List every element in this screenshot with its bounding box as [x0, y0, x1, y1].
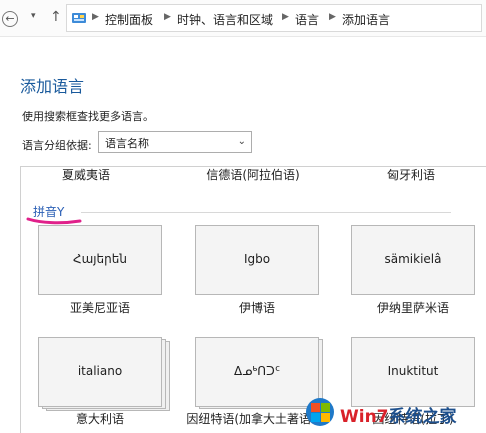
language-name-igbo[interactable]: 伊博语 — [182, 301, 332, 316]
group-by-value: 语言名称 — [105, 137, 149, 150]
native-name: italiano — [77, 364, 123, 378]
watermark-text: Win7系统之家 — [340, 402, 457, 427]
language-name-armenian[interactable]: 亚美尼亚语 — [25, 301, 175, 316]
group-by-label: 语言分组依据: — [22, 139, 92, 152]
dropdown-icon[interactable]: ▾ — [31, 11, 36, 21]
section-divider — [81, 212, 451, 213]
native-name: ᐃᓄᒃᑎᑐᑦ — [233, 364, 281, 378]
watermark-brand-win7: Win7 — [340, 407, 389, 427]
language-name-previous[interactable]: 夏威夷语 — [21, 167, 151, 183]
language-name-previous[interactable]: 信德语(阿拉伯语) — [188, 167, 318, 183]
language-name-inari-sami[interactable]: 伊纳里萨米语 — [338, 301, 486, 316]
back-arrow-icon[interactable]: ← — [2, 11, 18, 27]
native-name: Igbo — [243, 252, 271, 266]
breadcrumb-clock-language-region[interactable]: 时钟、语言和区域 — [177, 11, 273, 28]
language-tile-igbo[interactable]: Igbo — [195, 225, 319, 295]
breadcrumb-add-language[interactable]: 添加语言 — [342, 11, 390, 28]
watermark: Win7系统之家 — [300, 392, 486, 432]
breadcrumb-chevron-icon: ▶ — [92, 12, 99, 22]
address-field[interactable]: ▶ 控制面板 ▶ 时钟、语言和区域 ▶ 语言 ▶ 添加语言 — [66, 4, 482, 32]
language-tile-armenian[interactable]: Հայերեն — [38, 225, 162, 295]
language-tile-inari-sami[interactable]: sämikielâ — [351, 225, 475, 295]
control-panel-icon — [72, 13, 86, 23]
highlight-marker — [26, 217, 82, 225]
native-name: Inuktitut — [387, 364, 439, 378]
native-name: sämikielâ — [384, 252, 442, 266]
page-title: 添加语言 — [20, 77, 85, 96]
watermark-brand-xitong: 系统之家 — [388, 407, 457, 427]
breadcrumb-language[interactable]: 语言 — [295, 11, 319, 28]
windows-logo-icon — [306, 398, 334, 426]
breadcrumb-control-panel[interactable]: 控制面板 — [105, 11, 153, 28]
address-toolbar: ← ▾ ↑ ▶ 控制面板 ▶ 时钟、语言和区域 ▶ 语言 ▶ 添加语言 — [0, 0, 486, 37]
search-hint: 使用搜索框查找更多语言。 — [22, 110, 154, 123]
up-arrow-icon[interactable]: ↑ — [50, 9, 62, 25]
breadcrumb-chevron-icon: ▶ — [164, 12, 171, 22]
language-tile-italian[interactable]: italiano — [38, 337, 162, 407]
breadcrumb-chevron-icon: ▶ — [329, 12, 336, 22]
language-name-italian[interactable]: 意大利语 — [25, 412, 175, 427]
language-name-previous[interactable]: 匈牙利语 — [346, 167, 476, 183]
breadcrumb-chevron-icon: ▶ — [282, 12, 289, 22]
native-name: Հայերեն — [73, 252, 127, 266]
select-chevron-icon: ⌄ — [237, 136, 246, 147]
group-by-select[interactable]: 语言名称 ⌄ — [98, 131, 252, 153]
